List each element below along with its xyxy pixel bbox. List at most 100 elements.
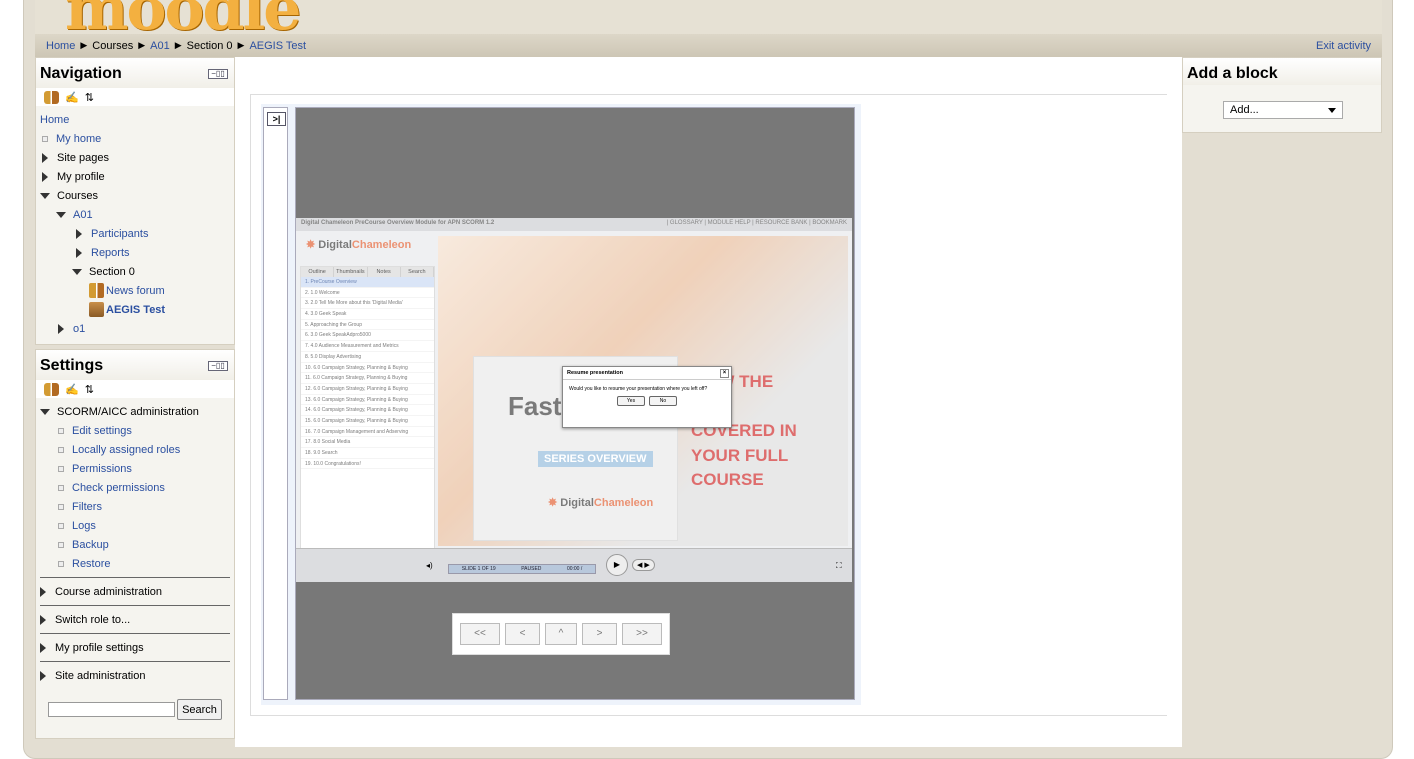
nav-aegis-test-link[interactable]: AEGIS Test xyxy=(106,304,165,316)
settings-restore[interactable]: Restore xyxy=(72,558,111,570)
settings-locally-assigned-roles[interactable]: Locally assigned roles xyxy=(72,444,180,456)
settings-edit-settings[interactable]: Edit settings xyxy=(72,425,132,437)
settings-item[interactable]: Restore xyxy=(40,554,230,573)
playback-status: PAUSED xyxy=(521,566,542,572)
prev-next-icon[interactable]: ◀ ▶ xyxy=(632,559,655,571)
nav-reports[interactable]: Reports xyxy=(40,243,230,262)
settings-backup[interactable]: Backup xyxy=(72,539,109,551)
nav-my-profile[interactable]: My profile xyxy=(40,167,230,186)
assign-roles-icon[interactable] xyxy=(44,382,59,396)
collapse-icon[interactable] xyxy=(56,211,66,218)
move-icon[interactable]: ⇅ xyxy=(85,383,94,396)
breadcrumb-home[interactable]: Home xyxy=(46,40,75,52)
yes-button[interactable]: Yes xyxy=(617,396,645,406)
settings-item[interactable]: Locally assigned roles xyxy=(40,440,230,459)
expand-icon[interactable] xyxy=(40,614,46,625)
dock-block-icon[interactable]: −▯▯ xyxy=(208,361,228,371)
nav-aegis-test[interactable]: AEGIS Test xyxy=(40,300,230,319)
nav-reports-link[interactable]: Reports xyxy=(91,247,130,259)
previous-button[interactable]: < xyxy=(505,623,540,645)
progress-bar[interactable]: SLIDE 1 OF 19 PAUSED 00:00 / xyxy=(448,564,596,574)
collapse-icon[interactable] xyxy=(72,268,82,275)
nav-news-forum-link[interactable]: News forum xyxy=(106,285,165,297)
nav-section0[interactable]: Section 0 xyxy=(40,262,230,281)
settings-item[interactable]: Logs xyxy=(40,516,230,535)
dialog-message: Would you like to resume your presentati… xyxy=(569,386,708,392)
settings-search-input[interactable] xyxy=(48,702,175,717)
nav-a01-link[interactable]: A01 xyxy=(73,209,93,221)
settings-check-permissions[interactable]: Check permissions xyxy=(72,482,165,494)
moodle-logo[interactable]: moodle xyxy=(65,0,301,34)
settings-logs[interactable]: Logs xyxy=(72,520,96,532)
edit-icon[interactable]: ✍ xyxy=(65,91,79,104)
expand-icon[interactable] xyxy=(40,642,46,653)
assign-roles-icon[interactable] xyxy=(44,90,59,104)
nav-home-link[interactable]: Home xyxy=(40,114,69,126)
nav-courses-label: Courses xyxy=(57,189,98,202)
first-button[interactable]: << xyxy=(460,623,500,645)
toc-toggle-button[interactable]: >| xyxy=(267,112,286,126)
breadcrumb-a01[interactable]: A01 xyxy=(150,40,170,52)
settings-item[interactable]: Check permissions xyxy=(40,478,230,497)
nav-news-forum[interactable]: News forum xyxy=(40,281,230,300)
navigation-block: Navigation −▯▯ ✍ ⇅ Home My home Site pag… xyxy=(35,57,235,345)
close-icon[interactable]: × xyxy=(720,369,729,378)
fullscreen-icon[interactable]: ⛶ xyxy=(836,561,842,571)
collapse-icon[interactable] xyxy=(40,192,50,199)
chevron-down-icon xyxy=(1328,107,1336,113)
nav-courses[interactable]: Courses xyxy=(40,186,230,205)
settings-profile-settings[interactable]: My profile settings xyxy=(40,638,230,657)
add-block-select[interactable]: Add... xyxy=(1223,101,1343,119)
expand-icon[interactable] xyxy=(40,586,46,597)
nav-my-home[interactable]: My home xyxy=(40,129,230,148)
nav-home[interactable]: Home xyxy=(40,110,230,129)
settings-permissions[interactable]: Permissions xyxy=(72,463,132,475)
next-button[interactable]: > xyxy=(582,623,617,645)
expand-icon[interactable] xyxy=(40,670,46,681)
expand-icon[interactable] xyxy=(58,323,64,334)
up-button[interactable]: ^ xyxy=(545,623,577,645)
settings-course-admin[interactable]: Course administration xyxy=(40,582,230,601)
edit-icon[interactable]: ✍ xyxy=(65,383,79,396)
nav-my-home-link[interactable]: My home xyxy=(56,133,101,145)
nav-participants[interactable]: Participants xyxy=(40,224,230,243)
nav-site-pages[interactable]: Site pages xyxy=(40,148,230,167)
settings-switch-role[interactable]: Switch role to... xyxy=(40,610,230,629)
bullet-icon xyxy=(58,522,64,529)
toc-panel: >| xyxy=(263,107,288,700)
breadcrumb-separator-icon: ▶ xyxy=(138,40,146,50)
scorm-player[interactable]: Digital Chameleon PreCourse Overview Mod… xyxy=(295,107,855,700)
player-controls: ◂) SLIDE 1 OF 19 PAUSED 00:00 / ▶ ◀ ▶ ⛶ xyxy=(296,548,852,582)
settings-scorm-admin-label: SCORM/AICC administration xyxy=(57,405,199,418)
move-icon[interactable]: ⇅ xyxy=(85,91,94,104)
dock-block-icon[interactable]: −▯▯ xyxy=(208,69,228,79)
scorm-player-container: >| Digital Chameleon PreCourse Overview … xyxy=(261,104,861,705)
settings-item[interactable]: Edit settings xyxy=(40,421,230,440)
settings-item[interactable]: Permissions xyxy=(40,459,230,478)
playback-time: 00:00 / xyxy=(566,566,583,572)
no-button[interactable]: No xyxy=(649,396,677,406)
nav-o1[interactable]: o1 xyxy=(40,319,230,338)
add-block-header: Add a block xyxy=(1183,58,1381,85)
settings-search-button[interactable]: Search xyxy=(177,699,222,720)
expand-icon[interactable] xyxy=(42,152,48,163)
expand-icon[interactable] xyxy=(42,171,48,182)
last-button[interactable]: >> xyxy=(622,623,662,645)
volume-icon[interactable]: ◂) xyxy=(426,561,433,570)
exit-activity-link[interactable]: Exit activity xyxy=(1316,40,1371,52)
play-icon[interactable]: ▶ xyxy=(606,554,628,576)
settings-filters[interactable]: Filters xyxy=(72,501,102,513)
nav-a01[interactable]: A01 xyxy=(40,205,230,224)
collapse-icon[interactable] xyxy=(40,408,50,415)
expand-icon[interactable] xyxy=(76,247,82,258)
nav-o1-link[interactable]: o1 xyxy=(73,323,85,335)
settings-item[interactable]: Filters xyxy=(40,497,230,516)
settings-item[interactable]: Backup xyxy=(40,535,230,554)
settings-scorm-admin[interactable]: SCORM/AICC administration xyxy=(40,402,230,421)
expand-icon[interactable] xyxy=(76,228,82,239)
add-block-select-value: Add... xyxy=(1230,104,1259,116)
nav-participants-link[interactable]: Participants xyxy=(91,228,148,240)
breadcrumb-current[interactable]: AEGIS Test xyxy=(249,40,306,52)
settings-site-admin[interactable]: Site administration xyxy=(40,666,230,685)
dialog-title: Resume presentation × xyxy=(563,367,731,380)
